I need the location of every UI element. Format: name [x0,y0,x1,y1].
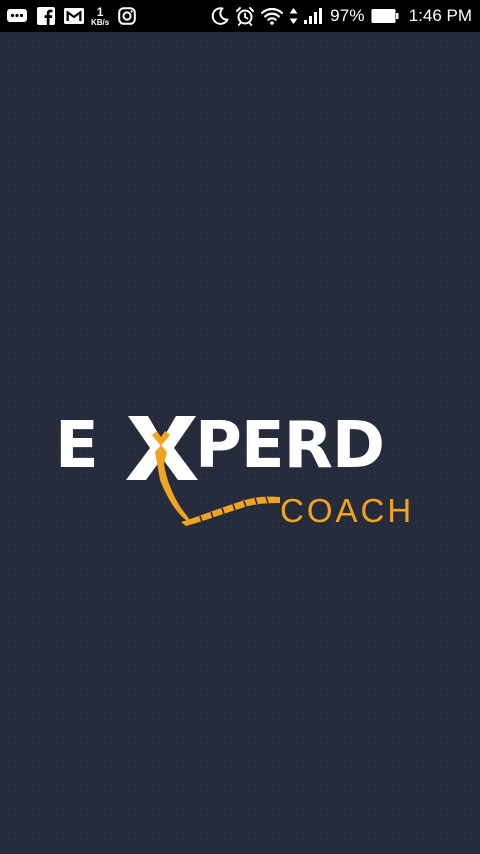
chat-bubble-icon [6,7,28,25]
network-speed-value: 1 [96,4,104,19]
wifi-icon [261,7,284,25]
facebook-icon [37,7,55,25]
app-logo: E PERD COACH [50,382,430,542]
do-not-disturb-icon [211,7,229,25]
battery-icon [371,7,399,25]
splash-screen: E PERD COACH [0,32,480,854]
battery-percentage: 97% [330,6,365,25]
gmail-icon [64,8,84,24]
status-bar: 1 KB/s 97% 1:46 PM [0,0,480,32]
status-bar-notifications: 1 KB/s [6,6,137,27]
alarm-icon [235,6,255,26]
logo-subtext: COACH [280,492,415,529]
status-bar-system: 97% 1:46 PM [211,6,472,26]
instagram-icon [118,7,137,25]
status-bar-clock: 1:46 PM [408,6,472,25]
data-arrows-icon [289,7,298,25]
network-speed-unit: KB/s [91,17,110,27]
network-speed-indicator: 1 KB/s [91,6,109,27]
signal-icon [304,7,324,25]
